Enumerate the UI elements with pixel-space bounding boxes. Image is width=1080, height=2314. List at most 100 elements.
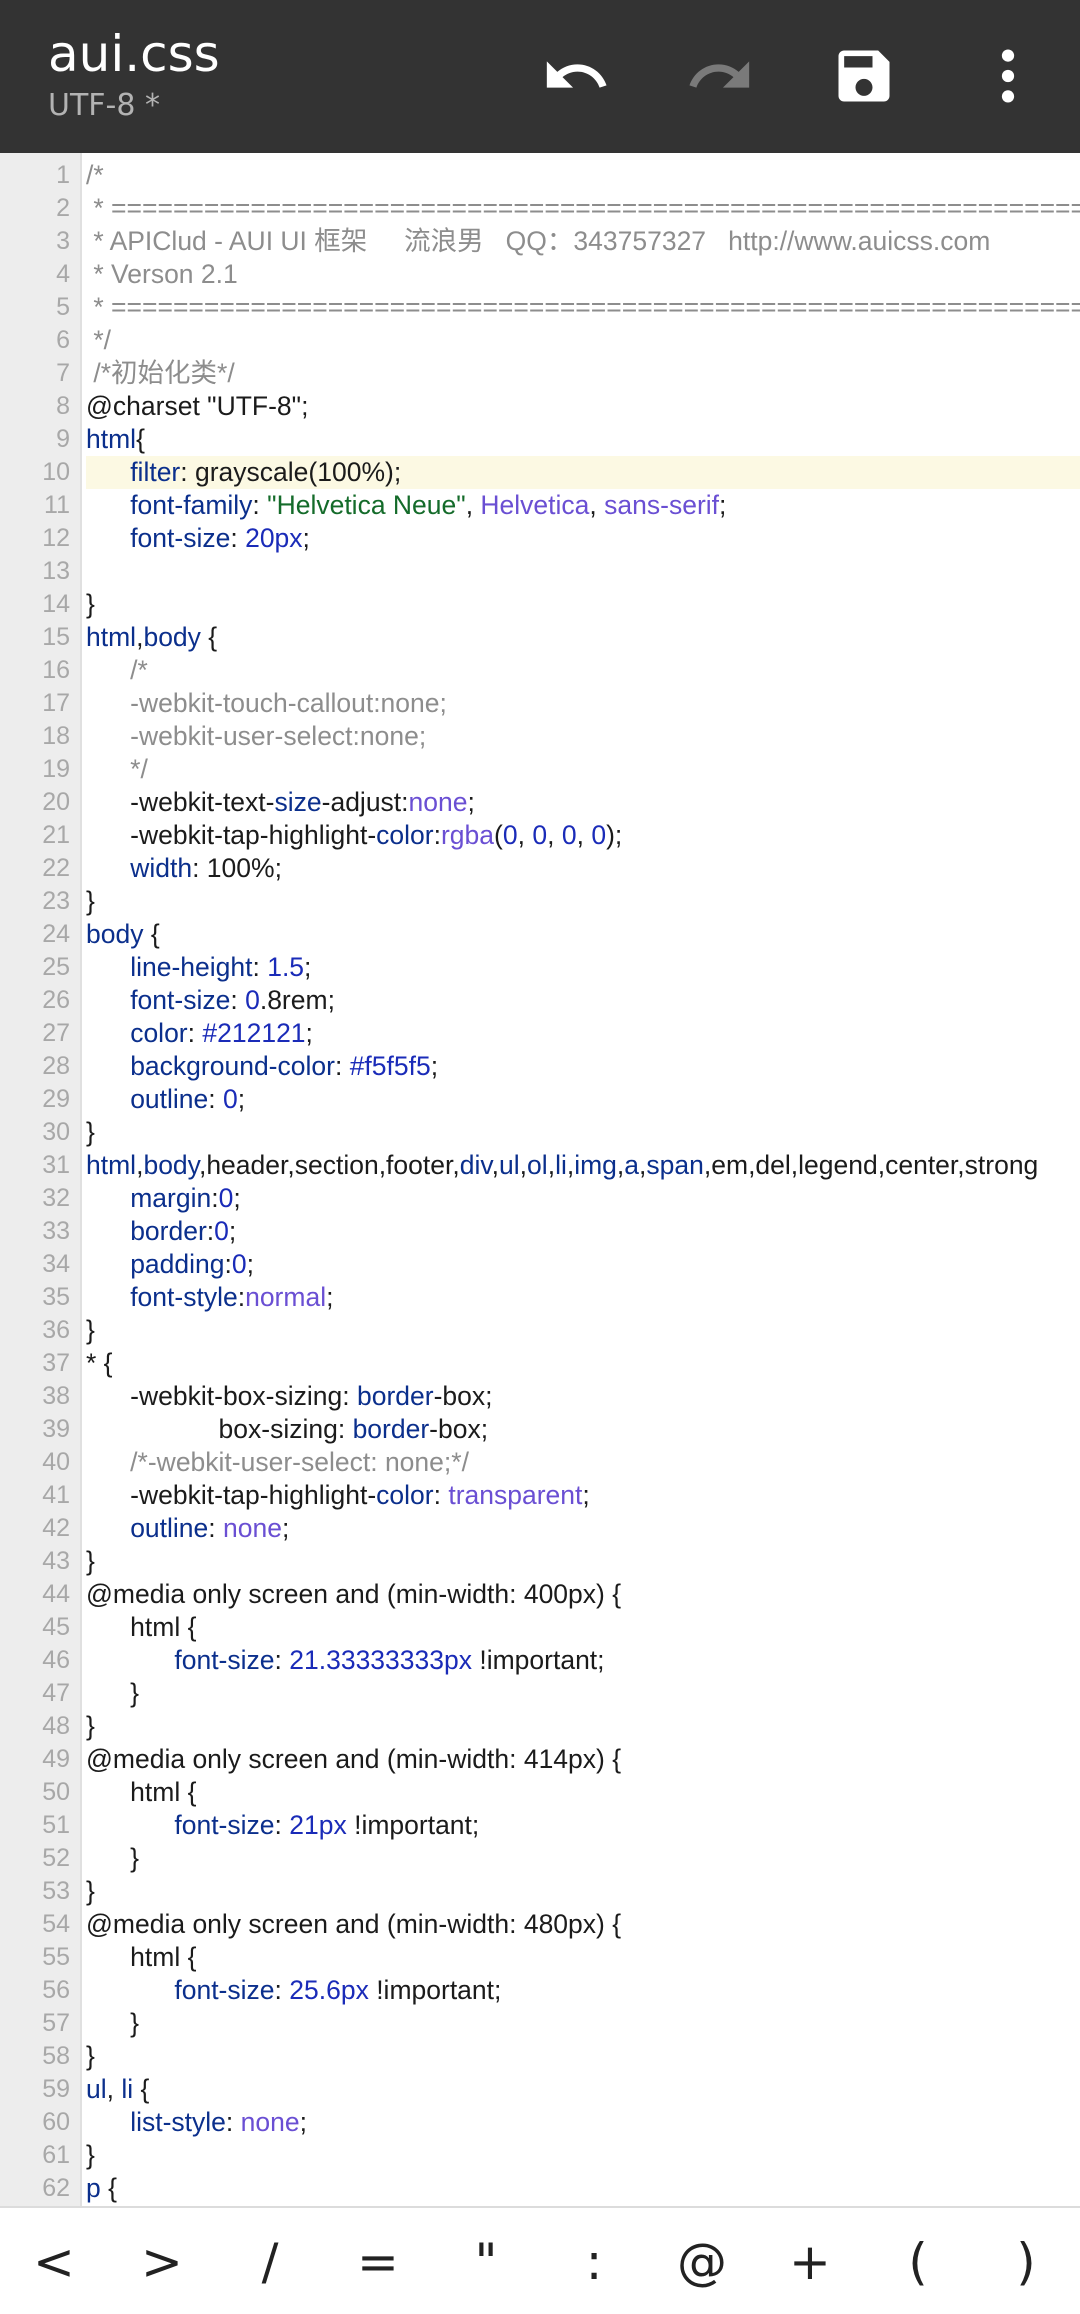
code-token: div <box>459 1150 492 1180</box>
code-line[interactable]: 15 html,body { <box>0 621 1080 654</box>
symbol-key[interactable]: @ <box>652 2212 752 2312</box>
code-line[interactable]: 9 html{ <box>0 423 1080 456</box>
code-line[interactable]: 19 */ <box>0 753 1080 786</box>
code-line[interactable]: 43} <box>0 1545 1080 1578</box>
code-token: -webkit-user-select:none; <box>86 721 427 751</box>
code-line[interactable]: 46 font-size: 21.33333333px !important; <box>0 1644 1080 1677</box>
code-line[interactable]: 62 p { <box>0 2172 1080 2205</box>
code-line[interactable]: 29 outline: 0; <box>0 1083 1080 1116</box>
code-line[interactable]: 60 list-style: none; <box>0 2106 1080 2139</box>
line-number: 4 <box>56 260 70 288</box>
code-line[interactable]: 53} <box>0 1875 1080 1908</box>
code-line[interactable]: 22 width: 100%; <box>0 852 1080 885</box>
code-token: body <box>143 1150 199 1180</box>
code-line[interactable]: 47 } <box>0 1677 1080 1710</box>
more-options-button[interactable] <box>958 26 1058 126</box>
code-line[interactable]: 3 * APIClud - AUI UI 框架 流浪男 QQ：343757327… <box>0 225 1080 258</box>
code-line[interactable]: 39 box-sizing: border-box; <box>0 1413 1080 1446</box>
undo-button[interactable] <box>526 26 626 126</box>
code-line[interactable]: 54 @media only screen and (min-width: 480… <box>0 1908 1080 1941</box>
code-line[interactable]: 33 border:0; <box>0 1215 1080 1248</box>
line-number: 56 <box>42 1976 70 2004</box>
code-line[interactable]: 51 font-size: 21px !important; <box>0 1809 1080 1842</box>
code-line[interactable]: 32 margin:0; <box>0 1182 1080 1215</box>
code-line[interactable]: 13 <box>0 555 1080 588</box>
symbol-key[interactable]: ) <box>976 2212 1076 2312</box>
code-line[interactable]: 24 body { <box>0 918 1080 951</box>
code-line[interactable]: 50 html { <box>0 1776 1080 1809</box>
code-line[interactable]: 30} <box>0 1116 1080 1149</box>
code-token: , <box>106 2074 122 2104</box>
code-line[interactable]: 6 */ <box>0 324 1080 357</box>
code-line[interactable]: 8 @charset "UTF-8"; <box>0 390 1080 423</box>
code-line[interactable]: 2 * ====================================… <box>0 192 1080 225</box>
symbol-key[interactable]: = <box>328 2212 428 2312</box>
code-line[interactable]: 44 @media only screen and (min-width: 400… <box>0 1578 1080 1611</box>
code-line[interactable]: 52 } <box>0 1842 1080 1875</box>
code-line[interactable]: 42 outline: none; <box>0 1512 1080 1545</box>
code-line[interactable]: 41 -webkit-tap-highlight-color: transpar… <box>0 1479 1080 1512</box>
code-line[interactable]: 59 ul, li { <box>0 2073 1080 2106</box>
code-line[interactable]: 21 -webkit-tap-highlight-color:rgba(0, 0… <box>0 819 1080 852</box>
code-line[interactable]: 61} <box>0 2139 1080 2172</box>
code-line[interactable]: 45 html { <box>0 1611 1080 1644</box>
code-token: ; <box>467 787 475 817</box>
code-line[interactable]: 49 @media only screen and (min-width: 414… <box>0 1743 1080 1776</box>
code-token: * ======================================… <box>93 292 1080 322</box>
code-line[interactable]: 25 line-height: 1.5; <box>0 951 1080 984</box>
symbol-key[interactable]: > <box>112 2212 212 2312</box>
code-line[interactable]: 5 * ====================================… <box>0 291 1080 324</box>
code-line[interactable]: 37 * { <box>0 1347 1080 1380</box>
code-token: font-family <box>130 490 253 520</box>
code-line[interactable]: 20 -webkit-text-size-adjust:none; <box>0 786 1080 819</box>
code-token: p <box>86 2173 101 2203</box>
code-line[interactable]: 48} <box>0 1710 1080 1743</box>
code-line[interactable]: 57 } <box>0 2007 1080 2040</box>
code-line[interactable]: 28 background-color: #f5f5f5; <box>0 1050 1080 1083</box>
code-line[interactable]: 14} <box>0 588 1080 621</box>
code-token: .8rem; <box>259 985 335 1015</box>
code-line[interactable]: 18 -webkit-user-select:none; <box>0 720 1080 753</box>
code-line[interactable]: 31 html,body,header,section,footer,div,ul… <box>0 1149 1080 1182</box>
code-line[interactable]: 17 -webkit-touch-callout:none; <box>0 687 1080 720</box>
code-line[interactable]: 36} <box>0 1314 1080 1347</box>
symbol-key[interactable]: ( <box>868 2212 968 2312</box>
code-token: * { <box>86 1348 113 1378</box>
code-line[interactable]: 34 padding:0; <box>0 1248 1080 1281</box>
line-number: 52 <box>42 1844 70 1872</box>
code-line[interactable]: 4 * Verson 2.1 <box>0 258 1080 291</box>
code-line[interactable]: 56 font-size: 25.6px !important; <box>0 1974 1080 2007</box>
line-number: 48 <box>42 1712 70 1740</box>
line-text: html { <box>86 1611 1080 1644</box>
code-line[interactable]: 58} <box>0 2040 1080 2073</box>
symbol-key[interactable]: / <box>220 2212 320 2312</box>
code-token: ; <box>281 1513 290 1543</box>
code-line[interactable]: 27 color: #212121; <box>0 1017 1080 1050</box>
line-text: font-size: 21.33333333px !important; <box>86 1644 1080 1677</box>
code-line[interactable]: 38 -webkit-box-sizing: border-box; <box>0 1380 1080 1413</box>
symbol-key[interactable]: < <box>4 2212 104 2312</box>
code-line[interactable]: 26 font-size: 0.8rem; <box>0 984 1080 1017</box>
redo-button[interactable] <box>670 26 770 126</box>
line-text: p { <box>86 2172 1080 2205</box>
code-editor[interactable]: 1/* 2 * =================================… <box>0 153 1080 2206</box>
code-token: 1.5 <box>267 952 305 982</box>
symbol-key[interactable]: " <box>436 2212 536 2312</box>
code-line[interactable]: 1 /* <box>0 159 1080 192</box>
code-line[interactable]: 35 font-style:normal; <box>0 1281 1080 1314</box>
code-line[interactable]: 40 /*-webkit-user-select: none;*/ <box>0 1446 1080 1479</box>
code-line[interactable]: 12 font-size: 20px; <box>0 522 1080 555</box>
symbol-key[interactable]: : <box>544 2212 644 2312</box>
code-token: : <box>433 820 441 850</box>
code-line[interactable]: 23} <box>0 885 1080 918</box>
code-line[interactable]: 11 font-family: "Helvetica Neue", Helvet… <box>0 489 1080 522</box>
save-button[interactable] <box>814 26 914 126</box>
code-line[interactable]: 55 html { <box>0 1941 1080 1974</box>
line-number: 55 <box>42 1943 70 1971</box>
code-line[interactable]: 16 /* <box>0 654 1080 687</box>
code-line[interactable]: 7 /*初始化类*/ <box>0 357 1080 390</box>
line-text: -webkit-tap-highlight-color:rgba(0, 0, 0… <box>86 819 1080 852</box>
code-line[interactable]: 10 filter: grayscale(100%); <box>0 456 1080 489</box>
symbol-key[interactable]: + <box>760 2212 860 2312</box>
